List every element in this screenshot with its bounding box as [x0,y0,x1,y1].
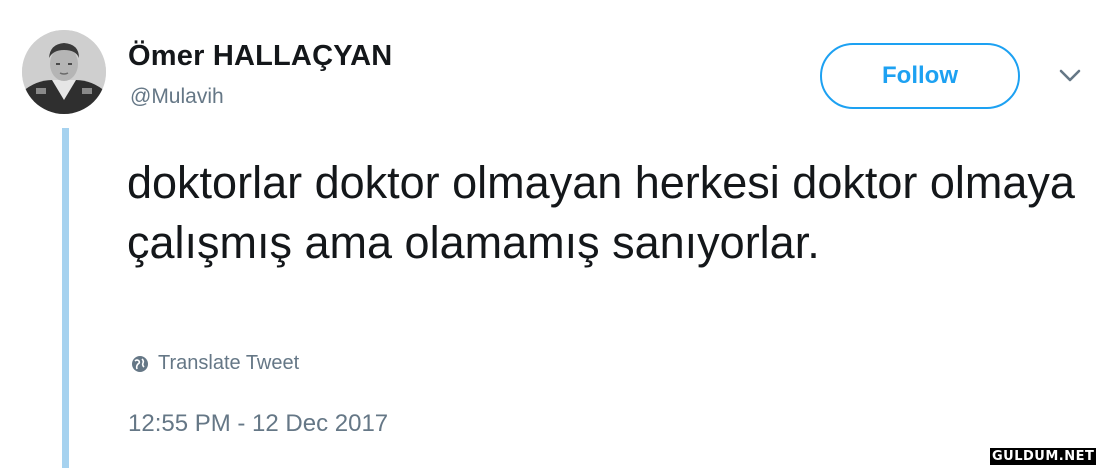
globe-icon [132,355,148,372]
follow-button[interactable]: Follow [820,43,1020,109]
portrait-icon [22,30,106,114]
watermark: GULDUM.NET [990,448,1097,465]
tweet-text: doktorlar doktor olmayan herkesi doktor … [127,157,1075,268]
user-handle[interactable]: @Mulavih [130,85,224,109]
translate-label: Translate Tweet [158,352,300,374]
translate-tweet-link[interactable]: Translate Tweet [131,352,299,375]
thread-line [62,128,69,468]
avatar[interactable] [22,30,106,114]
tweet-timestamp[interactable]: 12:55 PM - 12 Dec 2017 [128,410,388,438]
display-name[interactable]: Ömer HALLAÇYAN [128,40,392,73]
chevron-down-icon[interactable] [1056,66,1084,86]
